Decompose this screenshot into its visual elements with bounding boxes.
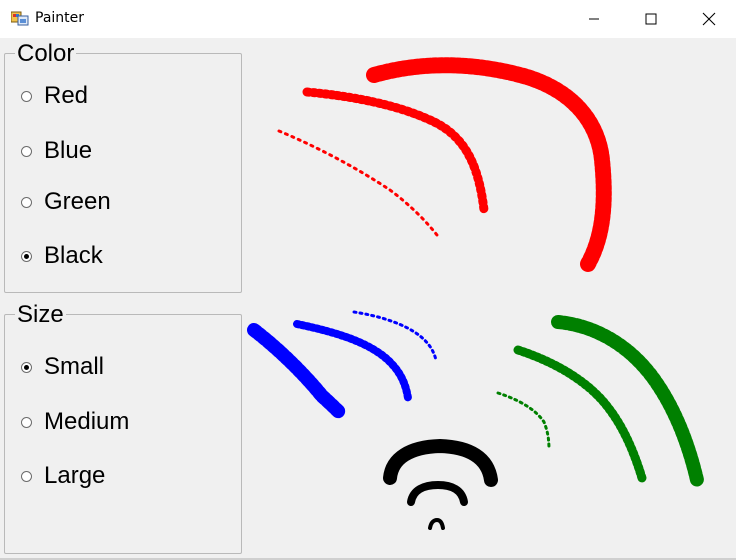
radio-large[interactable]: Large <box>21 462 105 490</box>
radio-label-medium[interactable]: Medium <box>44 408 129 436</box>
color-groupbox: Color Red Blue Green Black <box>4 42 242 293</box>
radio-button-blue[interactable] <box>21 145 32 157</box>
minimize-button[interactable] <box>565 0 623 38</box>
black-stroke-large <box>383 439 498 487</box>
radio-blue[interactable]: Blue <box>21 137 92 165</box>
green-stroke-small <box>496 391 551 452</box>
radio-medium[interactable]: Medium <box>21 408 129 436</box>
radio-small[interactable]: Small <box>21 353 104 381</box>
window-title: Painter <box>35 10 85 26</box>
close-button[interactable] <box>680 0 736 38</box>
red-stroke-medium <box>302 87 489 215</box>
title-bar[interactable]: Painter <box>0 0 736 38</box>
size-group-title: Size <box>15 301 66 328</box>
red-stroke-small <box>277 129 439 237</box>
drawing-canvas[interactable] <box>246 38 736 560</box>
radio-black[interactable]: Black <box>21 242 103 270</box>
black-stroke-medium <box>407 481 468 506</box>
blue-stroke-large <box>247 323 347 420</box>
close-icon <box>702 12 716 26</box>
radio-button-large[interactable] <box>21 470 32 482</box>
painter-app-icon[interactable] <box>10 10 29 26</box>
black-stroke-small <box>428 518 445 530</box>
radio-label-small[interactable]: Small <box>44 353 104 381</box>
radio-label-black[interactable]: Black <box>44 242 103 270</box>
blue-stroke-small <box>352 310 438 362</box>
size-groupbox: Size Small Medium Large <box>4 303 242 554</box>
green-stroke-large <box>551 315 704 487</box>
radio-button-red[interactable] <box>21 90 32 102</box>
radio-label-blue[interactable]: Blue <box>44 137 92 165</box>
radio-label-green[interactable]: Green <box>44 188 111 216</box>
maximize-button[interactable] <box>622 0 680 38</box>
maximize-icon <box>645 13 657 25</box>
radio-label-large[interactable]: Large <box>44 462 105 490</box>
radio-label-red[interactable]: Red <box>44 82 88 110</box>
color-group-title: Color <box>15 40 77 67</box>
radio-button-small[interactable] <box>21 361 32 373</box>
red-stroke-large <box>366 57 612 272</box>
minimize-icon <box>589 18 599 20</box>
radio-button-green[interactable] <box>21 196 32 208</box>
radio-button-medium[interactable] <box>21 416 32 428</box>
form-client-area: Color Red Blue Green Black Size Small Me… <box>0 38 736 560</box>
radio-button-black[interactable] <box>21 250 32 262</box>
radio-red[interactable]: Red <box>21 82 88 110</box>
radio-green[interactable]: Green <box>21 188 111 216</box>
